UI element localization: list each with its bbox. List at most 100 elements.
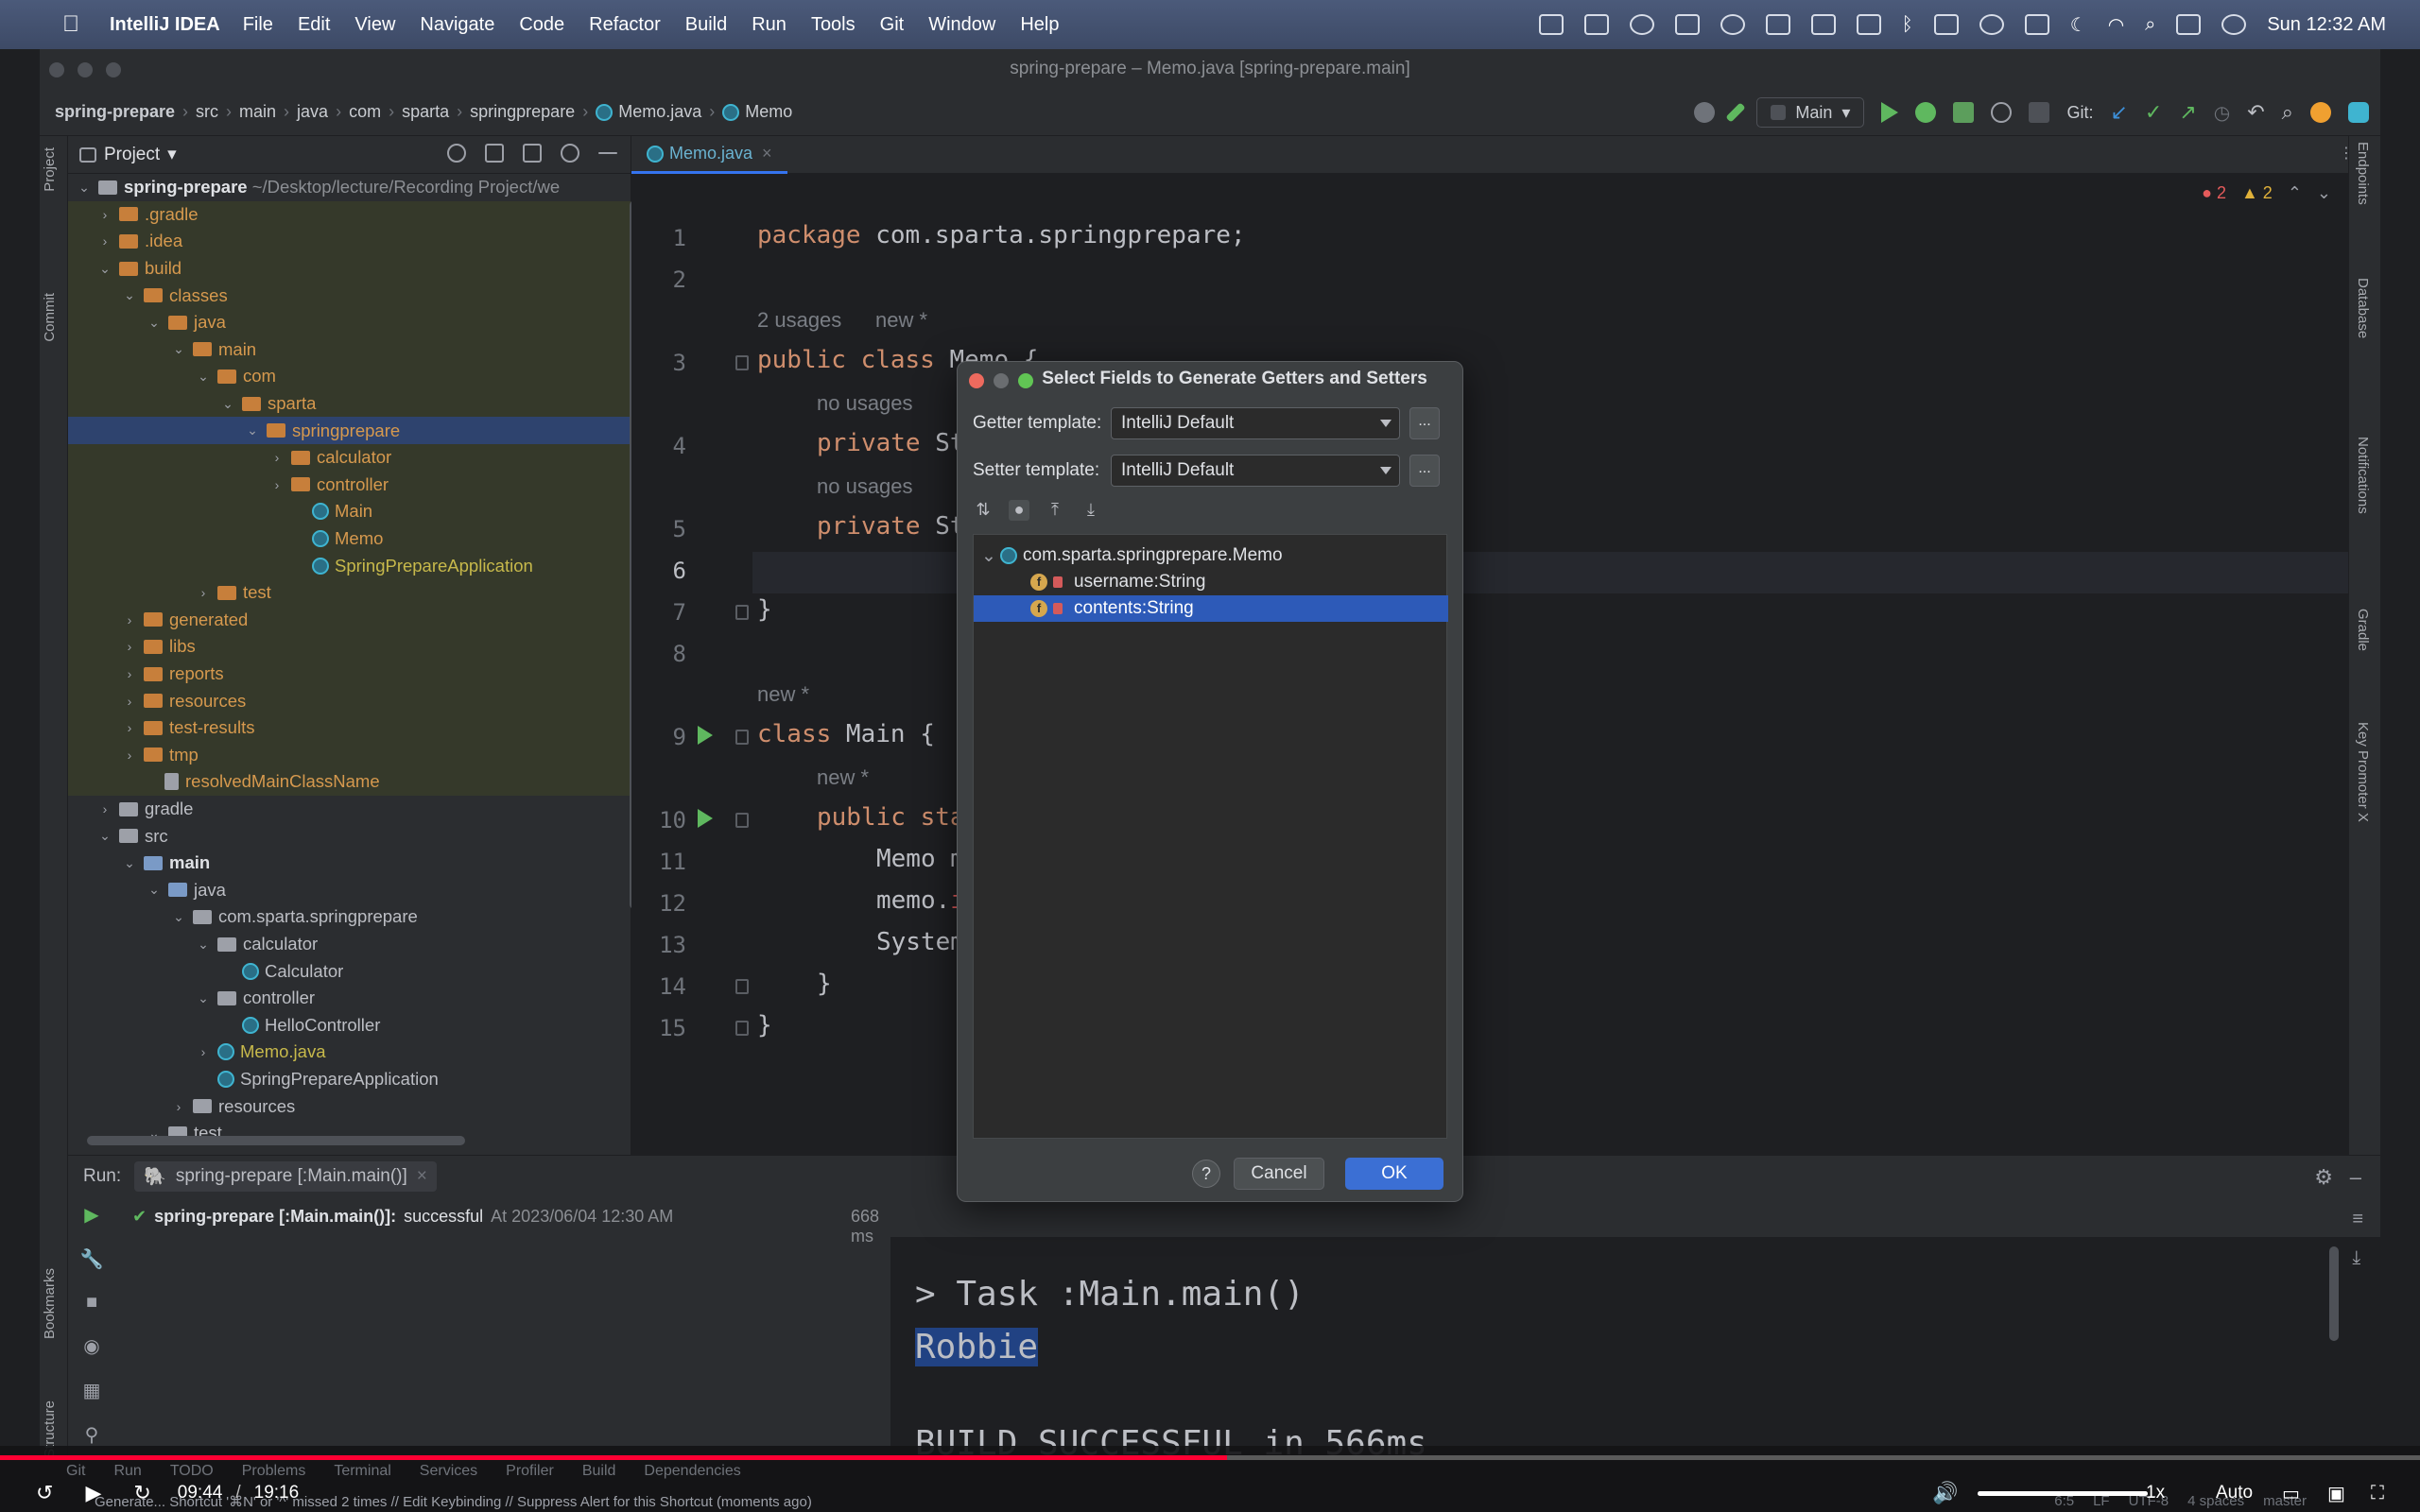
moon-icon[interactable]: ☾ <box>2070 13 2087 37</box>
field-item[interactable]: f username:String <box>974 569 1448 595</box>
crumb-springprepare[interactable]: springprepare <box>470 102 575 122</box>
run-config-selector[interactable]: Main ▾ <box>1756 97 1865 128</box>
crumb-file[interactable]: Memo.java <box>618 102 701 122</box>
git-push-icon[interactable]: ↗ <box>2179 100 2196 125</box>
tree-item[interactable]: › test <box>68 579 631 607</box>
hide-icon[interactable] <box>598 152 617 154</box>
run-result-row[interactable]: ✔ spring-prepare [:Main.main()]: success… <box>132 1207 673 1227</box>
app-menu[interactable]: IntelliJ IDEA <box>110 14 220 36</box>
setter-template-more-button[interactable]: ... <box>1409 455 1440 487</box>
bluetooth-icon[interactable]: ᛒ <box>1902 14 1913 36</box>
history-icon[interactable]: ◷ <box>2214 101 2230 125</box>
chevron-down-icon[interactable]: ▾ <box>167 144 177 165</box>
menu-edit[interactable]: Edit <box>298 14 330 36</box>
menu-window[interactable]: Window <box>928 14 995 36</box>
menu-file[interactable]: File <box>243 14 273 36</box>
setter-template-select[interactable]: IntelliJ Default <box>1111 455 1400 487</box>
tree-item[interactable]: › Memo.java <box>68 1039 631 1066</box>
ok-button[interactable]: OK <box>1345 1158 1443 1190</box>
chevron-down-icon[interactable]: ⌄ <box>2317 183 2331 203</box>
theater-icon[interactable]: ▣ <box>2327 1482 2345 1505</box>
tree-item[interactable]: ⌄ sparta <box>68 389 631 418</box>
collapse-all-icon[interactable]: ⤓ <box>1080 500 1101 521</box>
tree-item[interactable]: › calculator <box>68 444 631 472</box>
code-editor[interactable]: ● 2 ▲ 2 ⌃ ⌄ 1 2 3 4 5 6 7 8 9 10 11 12 1… <box>631 174 2380 1155</box>
getter-template-select[interactable]: IntelliJ Default <box>1111 407 1400 439</box>
stop-icon[interactable]: ■ <box>86 1292 97 1314</box>
tree-item[interactable]: ⌄ classes <box>68 282 631 309</box>
siri-icon[interactable] <box>2221 14 2247 35</box>
tree-item[interactable]: resolvedMainClassName <box>68 768 631 796</box>
tree-item[interactable]: HelloController <box>68 1012 631 1040</box>
chevron-up-icon[interactable]: ⌃ <box>2288 183 2302 203</box>
cloud-icon[interactable] <box>1538 14 1564 35</box>
screen-icon[interactable] <box>1583 14 1609 35</box>
rollback-icon[interactable]: ↶ <box>2247 100 2264 125</box>
layout-icon[interactable]: ▦ <box>83 1379 101 1402</box>
battery-icon[interactable] <box>2024 14 2049 35</box>
menu-navigate[interactable]: Navigate <box>420 14 494 36</box>
display-icon[interactable] <box>1856 14 1881 35</box>
fold-marker[interactable] <box>735 355 749 370</box>
zoom-window-button[interactable] <box>106 62 121 77</box>
author-hint[interactable]: new * <box>757 682 809 707</box>
tree-item[interactable]: ⌄ controller <box>68 985 631 1012</box>
tree-item[interactable]: ⌄ java <box>68 877 631 904</box>
tree-item[interactable]: › gradle <box>68 796 631 823</box>
commit-tool-tab[interactable]: Commit <box>42 293 58 342</box>
tree-item[interactable]: Main <box>68 498 631 525</box>
sort-icon[interactable]: ⇅ <box>973 500 994 521</box>
captions-icon[interactable]: ▭ <box>2282 1482 2300 1505</box>
tab-memo-java[interactable]: Memo.java × <box>631 136 787 174</box>
project-panel-title[interactable]: Project <box>104 145 160 165</box>
run-tab[interactable]: 🐘 spring-prepare [:Main.main()] × <box>134 1161 437 1192</box>
forward-10-icon[interactable]: ↻ <box>133 1481 150 1505</box>
gear-icon[interactable]: ⚙ <box>2314 1165 2333 1190</box>
database-tool-tab[interactable]: Database <box>2355 278 2371 338</box>
run-gutter-icon[interactable] <box>698 726 713 745</box>
expand-all-icon[interactable] <box>485 144 504 163</box>
close-window-button[interactable] <box>49 62 64 77</box>
fold-marker[interactable] <box>735 813 749 828</box>
tree-item[interactable]: ⌄ calculator <box>68 931 631 958</box>
tree-item[interactable]: ⌄ com <box>68 363 631 390</box>
tree-item[interactable]: › tmp <box>68 741 631 769</box>
profile-icon[interactable] <box>1991 102 2013 123</box>
play-icon[interactable] <box>1979 14 2004 35</box>
tree-item-selected[interactable]: ⌄ springprepare <box>68 417 631 444</box>
tree-item[interactable]: ⌄ build <box>68 254 631 283</box>
tree-item[interactable]: › reports <box>68 660 631 688</box>
key-promoter-tool-tab[interactable]: Key Promoter X <box>2355 722 2371 822</box>
inspection-indicator[interactable]: ● 2 ▲ 2 ⌃ ⌄ <box>2202 183 2331 203</box>
tree-item[interactable]: SpringPrepareApplication <box>68 1066 631 1093</box>
tree-item[interactable]: ⌄ com.sparta.springprepare <box>68 903 631 931</box>
show-classes-icon[interactable]: ● <box>1009 500 1029 521</box>
close-tab-icon[interactable]: × <box>417 1166 427 1187</box>
tree-item[interactable]: Memo <box>68 524 631 553</box>
tree-item[interactable]: ⌄ src <box>68 822 631 850</box>
class-node[interactable]: ⌄ com.sparta.springprepare.Memo <box>974 542 1448 569</box>
crumb-src[interactable]: src <box>196 102 218 122</box>
tree-item[interactable]: › .idea <box>68 228 631 255</box>
bookmarks-tool-tab[interactable]: Bookmarks <box>42 1268 58 1339</box>
rewind-10-icon[interactable]: ↺ <box>36 1481 53 1505</box>
tree-item[interactable]: › generated <box>68 606 631 634</box>
fold-marker[interactable] <box>735 605 749 620</box>
author-hint[interactable]: new * <box>875 308 927 333</box>
user-icon[interactable] <box>1694 102 1716 123</box>
usage-hint[interactable]: no usages <box>817 474 913 499</box>
video-progress-bar[interactable] <box>0 1455 2420 1460</box>
windows-icon[interactable] <box>1810 14 1836 35</box>
menu-run[interactable]: Run <box>752 14 786 36</box>
crumb-project[interactable]: spring-prepare <box>55 102 175 122</box>
debug-icon[interactable] <box>1915 102 1937 123</box>
hammer-icon[interactable] <box>1725 102 1746 123</box>
tree-item[interactable]: Calculator <box>68 957 631 985</box>
locate-icon[interactable] <box>447 144 466 163</box>
wifi-icon[interactable]: ◠ <box>2108 13 2124 37</box>
tree-item[interactable]: SpringPrepareApplication <box>68 552 631 579</box>
airdrop-icon[interactable] <box>1720 14 1745 35</box>
tree-item[interactable]: › resources <box>68 1092 631 1120</box>
eye-icon[interactable]: ◉ <box>83 1334 99 1358</box>
horizontal-scrollbar[interactable] <box>87 1136 465 1145</box>
